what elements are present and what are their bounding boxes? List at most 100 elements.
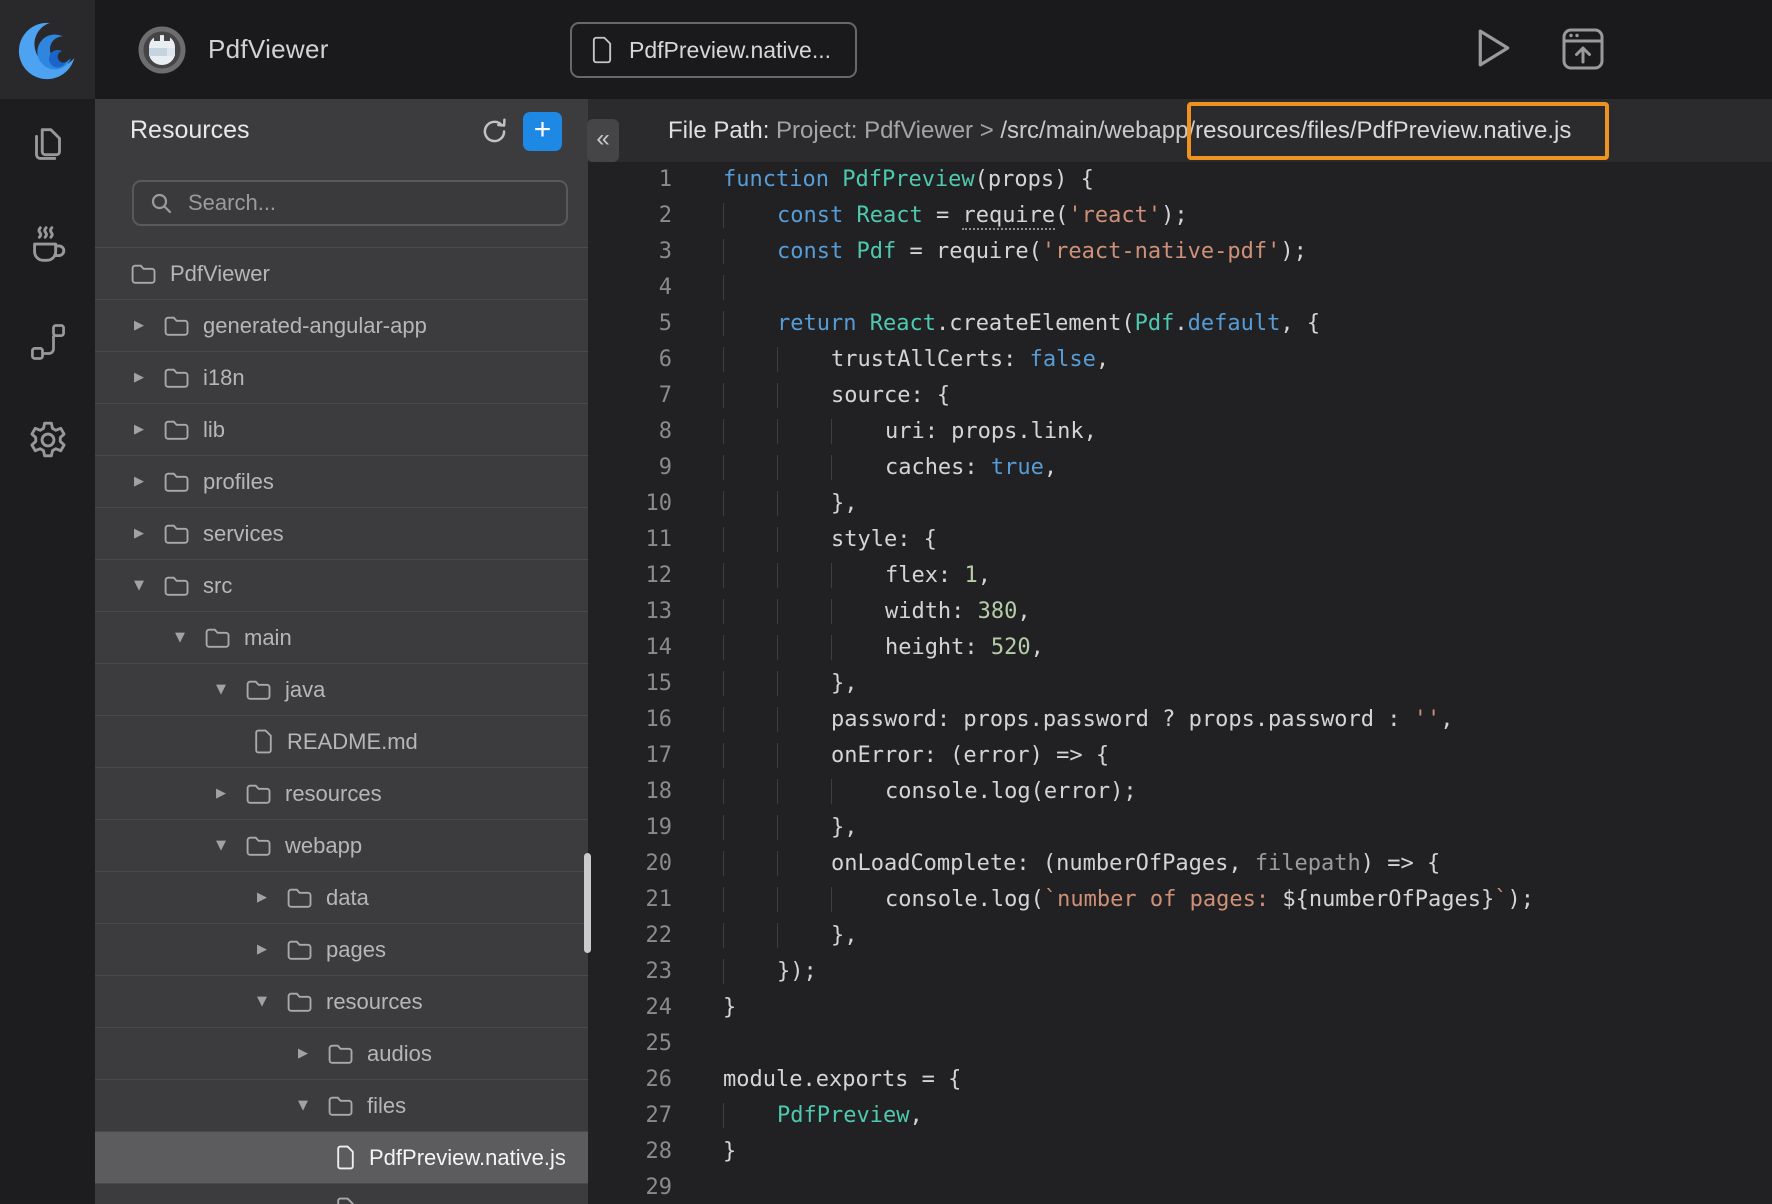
code-line: 4	[588, 270, 1772, 306]
tree-item-pdfviewer[interactable]: PdfViewer	[95, 248, 588, 300]
chevron-right-icon[interactable]: ▶	[294, 1046, 312, 1061]
code-line: 6 trustAllCerts: false,	[588, 342, 1772, 378]
code-line-text: }	[723, 990, 736, 1026]
tree-item-lib[interactable]: ▶lib	[95, 404, 588, 456]
tree-item-src[interactable]: ▼src	[95, 560, 588, 612]
tree-item-label: main	[244, 625, 292, 651]
chevron-right-icon[interactable]: ▶	[130, 526, 148, 541]
tree-item-generated-angular-app[interactable]: ▶generated-angular-app	[95, 300, 588, 352]
refresh-icon	[479, 116, 510, 147]
line-number: 1	[588, 162, 672, 198]
code-line: 23 });	[588, 954, 1772, 990]
line-number: 4	[588, 270, 672, 306]
chevron-right-icon[interactable]: ▶	[253, 890, 271, 905]
folder-icon	[245, 678, 272, 701]
line-number: 29	[588, 1170, 672, 1204]
tree-item-label: pages	[326, 937, 386, 963]
resources-header: Resources +	[95, 99, 588, 162]
line-number: 13	[588, 594, 672, 630]
folder-icon	[204, 626, 231, 649]
line-number: 10	[588, 486, 672, 522]
tree-item-i18n[interactable]: ▶ i18n	[95, 352, 588, 404]
chevron-right-icon[interactable]: ▶	[253, 942, 271, 957]
code-line-text: },	[723, 810, 857, 846]
chevron-down-icon[interactable]: ▼	[130, 578, 148, 593]
add-resource-button[interactable]: +	[523, 112, 562, 151]
tree-item-data[interactable]: ▶ data	[95, 872, 588, 924]
tree-item-webapp[interactable]: ▼webapp	[95, 820, 588, 872]
code-line: 5 return React.createElement(Pdf.default…	[588, 306, 1772, 342]
documents-icon[interactable]	[25, 123, 71, 169]
tree-item[interactable]	[95, 1184, 588, 1204]
tree-item-resources[interactable]: ▼resources	[95, 976, 588, 1028]
tree-item-profiles[interactable]: ▶profiles	[95, 456, 588, 508]
tree-item-label: i18n	[203, 365, 245, 391]
top-bar: PdfViewer PdfPreview.native...	[0, 0, 1772, 99]
code-line: 18 console.log(error);	[588, 774, 1772, 810]
code-line-text: trustAllCerts: false,	[723, 342, 1109, 378]
refresh-button[interactable]	[478, 115, 510, 147]
line-number: 23	[588, 954, 672, 990]
run-button[interactable]	[1475, 26, 1513, 70]
folder-icon	[286, 990, 313, 1013]
tree-item-java[interactable]: ▼java	[95, 664, 588, 716]
folder-icon	[163, 522, 190, 545]
line-number: 16	[588, 702, 672, 738]
tree-scrollbar[interactable]	[584, 853, 591, 953]
publish-button[interactable]	[1561, 27, 1605, 71]
chevron-right-icon[interactable]: ▶	[130, 474, 148, 489]
folder-icon	[163, 470, 190, 493]
code-line-text: onLoadComplete: (numberOfPages, filepath…	[723, 846, 1440, 882]
code-line: 12 flex: 1,	[588, 558, 1772, 594]
project-identity: PdfViewer	[138, 0, 329, 99]
folder-icon	[286, 886, 313, 909]
folder-icon	[163, 314, 190, 337]
tree-item-pdfpreview-native-js[interactable]: PdfPreview.native.js	[95, 1132, 588, 1184]
tree-item-pages[interactable]: ▶ pages	[95, 924, 588, 976]
chevron-right-icon[interactable]: ▶	[130, 318, 148, 333]
code-area[interactable]: 1function PdfPreview(props) {2 const Rea…	[588, 162, 1772, 1204]
workflow-icon[interactable]	[25, 319, 71, 365]
open-file-tab[interactable]: PdfPreview.native...	[570, 22, 857, 78]
tree-item-label: PdfPreview.native.js	[369, 1145, 566, 1171]
line-number: 26	[588, 1062, 672, 1098]
line-number: 20	[588, 846, 672, 882]
code-line-text: password: props.password ? props.passwor…	[723, 702, 1454, 738]
settings-gear-icon[interactable]	[25, 417, 71, 463]
code-line: 17 onError: (error) => {	[588, 738, 1772, 774]
search-icon	[149, 191, 173, 215]
tree-item-main[interactable]: ▼ main	[95, 612, 588, 664]
line-number: 14	[588, 630, 672, 666]
coffee-icon[interactable]	[25, 221, 71, 267]
ide-logo[interactable]	[0, 0, 95, 99]
search-input[interactable]	[186, 189, 551, 217]
chevron-down-icon[interactable]: ▼	[171, 630, 189, 645]
chevron-right-icon[interactable]: ▶	[130, 370, 148, 385]
file-icon	[335, 1197, 356, 1204]
chevron-right-icon[interactable]: ▶	[130, 422, 148, 437]
tree-item-files[interactable]: ▼files	[95, 1080, 588, 1132]
tree-item-audios[interactable]: ▶audios	[95, 1028, 588, 1080]
code-line-text: onError: (error) => {	[723, 738, 1109, 774]
code-line: 15 },	[588, 666, 1772, 702]
wave-logo-icon	[15, 17, 81, 83]
chevron-down-icon[interactable]: ▼	[212, 838, 230, 853]
tree-item-label: data	[326, 885, 369, 911]
line-number: 8	[588, 414, 672, 450]
code-line-text: source: {	[723, 378, 950, 414]
chevron-down-icon[interactable]: ▼	[212, 682, 230, 697]
code-line-text	[723, 270, 777, 306]
code-line-text: console.log(`number of pages: ${numberOf…	[723, 882, 1534, 918]
collapse-panel-button[interactable]: «	[587, 119, 619, 162]
tree-item-services[interactable]: ▶services	[95, 508, 588, 560]
line-number: 9	[588, 450, 672, 486]
tree-item-readme-md[interactable]: README.md	[95, 716, 588, 768]
code-line: 26module.exports = {	[588, 1062, 1772, 1098]
search-box[interactable]	[132, 180, 568, 226]
tree-item-resources[interactable]: ▶resources	[95, 768, 588, 820]
chevron-down-icon[interactable]: ▼	[294, 1098, 312, 1113]
folder-icon	[327, 1042, 354, 1065]
chevron-right-icon[interactable]: ▶	[212, 786, 230, 801]
line-number: 25	[588, 1026, 672, 1062]
chevron-down-icon[interactable]: ▼	[253, 994, 271, 1009]
